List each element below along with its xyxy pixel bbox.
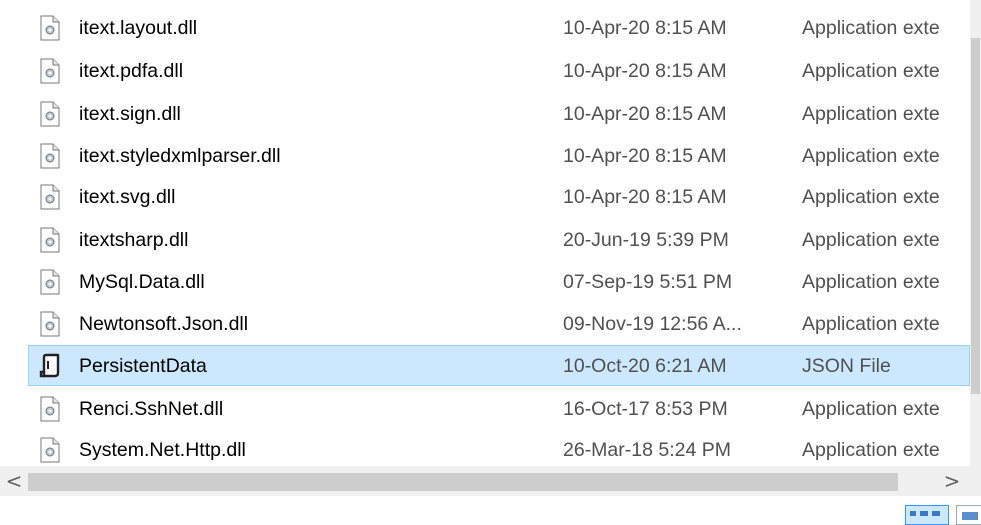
dll-file-icon xyxy=(39,143,61,169)
file-row[interactable]: Newtonsoft.Json.dll 09-Nov-19 12:56 A...… xyxy=(28,303,970,344)
scroll-right-button[interactable]: > xyxy=(938,466,966,496)
file-name: Newtonsoft.Json.dll xyxy=(79,313,249,335)
horizontal-scrollbar[interactable]: < > xyxy=(0,466,981,496)
large-icons-view-icon xyxy=(962,512,978,520)
file-date-modified: 10-Apr-20 8:15 AM xyxy=(563,60,727,82)
file-type: Application exte xyxy=(802,398,940,420)
file-type: Application exte xyxy=(802,229,940,251)
file-row[interactable]: itext.layout.dll 10-Apr-20 8:15 AM Appli… xyxy=(28,7,970,48)
file-name: MySql.Data.dll xyxy=(79,271,205,293)
details-view-icon xyxy=(910,511,916,516)
large-icons-view-button[interactable] xyxy=(956,505,981,525)
file-name: itext.styledxmlparser.dll xyxy=(79,145,281,167)
file-name: itext.sign.dll xyxy=(79,103,181,125)
file-date-modified: 10-Oct-20 6:21 AM xyxy=(563,355,727,377)
file-row[interactable]: itext.sign.dll 10-Apr-20 8:15 AM Applica… xyxy=(28,93,970,134)
details-view-button[interactable] xyxy=(905,505,949,525)
file-name: System.Net.Http.dll xyxy=(79,439,246,461)
scroll-left-button[interactable]: < xyxy=(0,466,28,496)
file-row[interactable]: Renci.SshNet.dll 16-Oct-17 8:53 PM Appli… xyxy=(28,388,970,429)
horizontal-scrollbar-thumb[interactable] xyxy=(28,473,898,491)
file-row[interactable]: itext.pdfa.dll 10-Apr-20 8:15 AM Applica… xyxy=(28,50,970,91)
file-row[interactable]: itextsharp.dll 20-Jun-19 5:39 PM Applica… xyxy=(28,219,970,260)
file-name: Renci.SshNet.dll xyxy=(79,398,224,420)
json-file-icon xyxy=(39,353,61,379)
file-type: Application exte xyxy=(802,103,940,125)
file-type: Application exte xyxy=(802,145,940,167)
dll-file-icon xyxy=(39,15,61,41)
file-name: itext.layout.dll xyxy=(79,17,198,39)
dll-file-icon xyxy=(39,269,61,295)
file-type: Application exte xyxy=(802,60,940,82)
file-date-modified: 10-Apr-20 8:15 AM xyxy=(563,145,727,167)
vertical-scrollbar-thumb[interactable] xyxy=(971,38,980,394)
file-type: Application exte xyxy=(802,17,940,39)
dll-file-icon xyxy=(39,184,61,210)
dll-file-icon xyxy=(39,437,61,463)
file-name: itext.pdfa.dll xyxy=(79,60,184,82)
file-type: Application exte xyxy=(802,271,940,293)
file-type: Application exte xyxy=(802,313,940,335)
file-row[interactable]: itext.styledxmlparser.dll 10-Apr-20 8:15… xyxy=(28,135,970,176)
dll-file-icon xyxy=(39,227,61,253)
file-date-modified: 07-Sep-19 5:51 PM xyxy=(563,271,733,293)
file-row[interactable]: MySql.Data.dll 07-Sep-19 5:51 PM Applica… xyxy=(28,261,970,302)
dll-file-icon xyxy=(39,311,61,337)
file-type: JSON File xyxy=(802,355,891,377)
file-type: Application exte xyxy=(802,439,940,461)
file-row[interactable]: System.Net.Http.dll 26-Mar-18 5:24 PM Ap… xyxy=(28,429,970,470)
vertical-scrollbar[interactable] xyxy=(970,0,981,466)
file-date-modified: 10-Apr-20 8:15 AM xyxy=(563,103,727,125)
file-name: itextsharp.dll xyxy=(79,229,189,251)
dll-file-icon xyxy=(39,396,61,422)
file-row[interactable]: itext.svg.dll 10-Apr-20 8:15 AM Applicat… xyxy=(28,176,970,217)
file-date-modified: 09-Nov-19 12:56 A... xyxy=(563,313,742,335)
file-name: PersistentData xyxy=(79,355,207,377)
dll-file-icon xyxy=(39,101,61,127)
file-date-modified: 26-Mar-18 5:24 PM xyxy=(563,439,731,461)
file-name: itext.svg.dll xyxy=(79,186,176,208)
file-date-modified: 10-Apr-20 8:15 AM xyxy=(563,17,727,39)
file-date-modified: 16-Oct-17 8:53 PM xyxy=(563,398,728,420)
file-date-modified: 10-Apr-20 8:15 AM xyxy=(563,186,727,208)
file-date-modified: 20-Jun-19 5:39 PM xyxy=(563,229,729,251)
file-type: Application exte xyxy=(802,186,940,208)
dll-file-icon xyxy=(39,58,61,84)
file-row-selected[interactable]: PersistentData 10-Oct-20 6:21 AM JSON Fi… xyxy=(28,345,970,386)
